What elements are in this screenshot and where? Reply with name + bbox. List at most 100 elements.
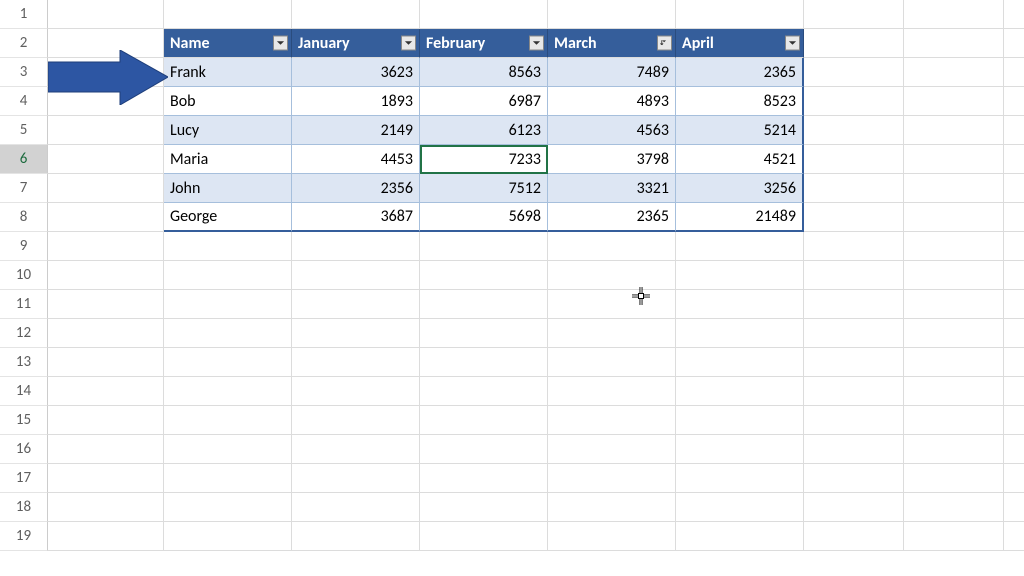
empty-cell[interactable]	[676, 522, 804, 551]
row-header[interactable]: 12	[0, 319, 48, 348]
cell-april[interactable]: 21489	[676, 203, 804, 232]
empty-cell[interactable]	[1004, 377, 1024, 406]
empty-cell[interactable]	[548, 464, 676, 493]
cell-march[interactable]: 3321	[548, 174, 676, 203]
empty-cell[interactable]	[292, 435, 420, 464]
empty-cell[interactable]	[904, 522, 1004, 551]
cell-name[interactable]: Bob	[164, 87, 292, 116]
column-header-january[interactable]: January	[292, 29, 420, 58]
empty-cell[interactable]	[1004, 319, 1024, 348]
column-header-name[interactable]: Name	[164, 29, 292, 58]
column-header-february[interactable]: February	[420, 29, 548, 58]
empty-cell[interactable]	[804, 87, 904, 116]
empty-cell[interactable]	[1004, 174, 1024, 203]
empty-cell[interactable]	[804, 203, 904, 232]
empty-cell[interactable]	[420, 232, 548, 261]
empty-cell[interactable]	[292, 290, 420, 319]
empty-cell[interactable]	[904, 464, 1004, 493]
cell-name[interactable]: John	[164, 174, 292, 203]
empty-cell[interactable]	[1004, 522, 1024, 551]
empty-cell[interactable]	[804, 348, 904, 377]
empty-cell[interactable]	[676, 0, 804, 29]
cell-name[interactable]: Frank	[164, 58, 292, 87]
empty-cell[interactable]	[904, 290, 1004, 319]
empty-cell[interactable]	[48, 522, 164, 551]
empty-cell[interactable]	[292, 406, 420, 435]
cell-march[interactable]: 2365	[548, 203, 676, 232]
row-header[interactable]: 2	[0, 29, 48, 58]
row-header[interactable]: 8	[0, 203, 48, 232]
empty-cell[interactable]	[292, 493, 420, 522]
empty-cell[interactable]	[676, 464, 804, 493]
cell-march[interactable]: 4563	[548, 116, 676, 145]
row-header[interactable]: 7	[0, 174, 48, 203]
filter-sort-icon[interactable]	[657, 36, 672, 51]
empty-cell[interactable]	[804, 174, 904, 203]
empty-cell[interactable]	[48, 232, 164, 261]
empty-cell[interactable]	[904, 319, 1004, 348]
cell-april[interactable]: 8523	[676, 87, 804, 116]
empty-cell[interactable]	[420, 406, 548, 435]
row-header[interactable]: 3	[0, 58, 48, 87]
empty-cell[interactable]	[48, 290, 164, 319]
row-header[interactable]: 16	[0, 435, 48, 464]
empty-cell[interactable]	[48, 145, 164, 174]
empty-cell[interactable]	[164, 0, 292, 29]
empty-cell[interactable]	[548, 522, 676, 551]
row-header[interactable]: 15	[0, 406, 48, 435]
empty-cell[interactable]	[548, 493, 676, 522]
cell-march[interactable]: 4893	[548, 87, 676, 116]
empty-cell[interactable]	[804, 261, 904, 290]
empty-cell[interactable]	[164, 319, 292, 348]
row-header[interactable]: 5	[0, 116, 48, 145]
empty-cell[interactable]	[904, 58, 1004, 87]
cell-march[interactable]: 3798	[548, 145, 676, 174]
empty-cell[interactable]	[904, 261, 1004, 290]
empty-cell[interactable]	[420, 435, 548, 464]
empty-cell[interactable]	[904, 29, 1004, 58]
empty-cell[interactable]	[292, 319, 420, 348]
empty-cell[interactable]	[548, 0, 676, 29]
column-header-april[interactable]: April	[676, 29, 804, 58]
empty-cell[interactable]	[804, 493, 904, 522]
row-header[interactable]: 10	[0, 261, 48, 290]
empty-cell[interactable]	[904, 377, 1004, 406]
cell-january[interactable]: 3687	[292, 203, 420, 232]
empty-cell[interactable]	[48, 319, 164, 348]
empty-cell[interactable]	[292, 377, 420, 406]
empty-cell[interactable]	[164, 232, 292, 261]
empty-cell[interactable]	[1004, 116, 1024, 145]
empty-cell[interactable]	[1004, 493, 1024, 522]
row-header[interactable]: 9	[0, 232, 48, 261]
cell-february[interactable]: 7233	[420, 145, 548, 174]
empty-cell[interactable]	[292, 522, 420, 551]
empty-cell[interactable]	[804, 435, 904, 464]
cell-february[interactable]: 6123	[420, 116, 548, 145]
empty-cell[interactable]	[548, 435, 676, 464]
empty-cell[interactable]	[1004, 145, 1024, 174]
empty-cell[interactable]	[548, 319, 676, 348]
empty-cell[interactable]	[904, 174, 1004, 203]
row-header[interactable]: 6	[0, 145, 48, 174]
row-header[interactable]: 17	[0, 464, 48, 493]
empty-cell[interactable]	[164, 377, 292, 406]
empty-cell[interactable]	[548, 348, 676, 377]
empty-cell[interactable]	[904, 116, 1004, 145]
empty-cell[interactable]	[1004, 406, 1024, 435]
cell-april[interactable]: 4521	[676, 145, 804, 174]
empty-cell[interactable]	[48, 377, 164, 406]
empty-cell[interactable]	[676, 348, 804, 377]
filter-dropdown-icon[interactable]	[785, 36, 800, 51]
empty-cell[interactable]	[676, 406, 804, 435]
empty-cell[interactable]	[48, 406, 164, 435]
cell-february[interactable]: 5698	[420, 203, 548, 232]
cell-february[interactable]: 7512	[420, 174, 548, 203]
empty-cell[interactable]	[292, 232, 420, 261]
cell-january[interactable]: 2149	[292, 116, 420, 145]
empty-cell[interactable]	[804, 522, 904, 551]
empty-cell[interactable]	[904, 87, 1004, 116]
empty-cell[interactable]	[548, 290, 676, 319]
empty-cell[interactable]	[1004, 0, 1024, 29]
empty-cell[interactable]	[904, 435, 1004, 464]
empty-cell[interactable]	[48, 116, 164, 145]
